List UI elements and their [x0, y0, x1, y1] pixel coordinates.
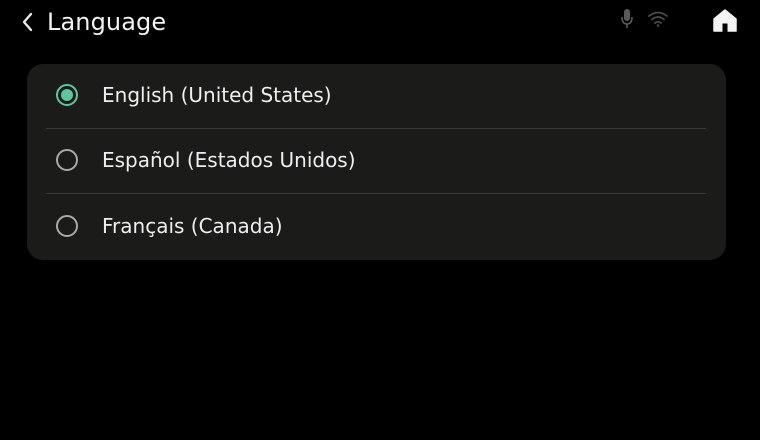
language-label: Français (Canada) [102, 214, 283, 238]
microphone-icon [617, 8, 637, 30]
language-option-english[interactable]: English (United States) [27, 64, 726, 129]
language-label: English (United States) [102, 83, 332, 107]
radio-button[interactable] [56, 215, 78, 237]
chevron-left-icon [22, 12, 33, 32]
language-option-spanish[interactable]: Español (Estados Unidos) [27, 129, 726, 194]
language-list: English (United States) Español (Estados… [27, 64, 726, 260]
header-bar: Language [0, 0, 760, 46]
home-button[interactable] [710, 6, 740, 34]
language-label: Español (Estados Unidos) [102, 148, 356, 172]
divider [46, 193, 706, 194]
language-settings-screen: Language English (United States) Español… [0, 0, 760, 440]
home-icon [713, 9, 737, 32]
page-title: Language [47, 8, 167, 36]
radio-button[interactable] [56, 149, 78, 171]
back-button[interactable] [14, 8, 40, 36]
wifi-icon [647, 9, 669, 29]
language-option-french[interactable]: Français (Canada) [27, 195, 726, 260]
radio-button-selected[interactable] [56, 84, 78, 106]
